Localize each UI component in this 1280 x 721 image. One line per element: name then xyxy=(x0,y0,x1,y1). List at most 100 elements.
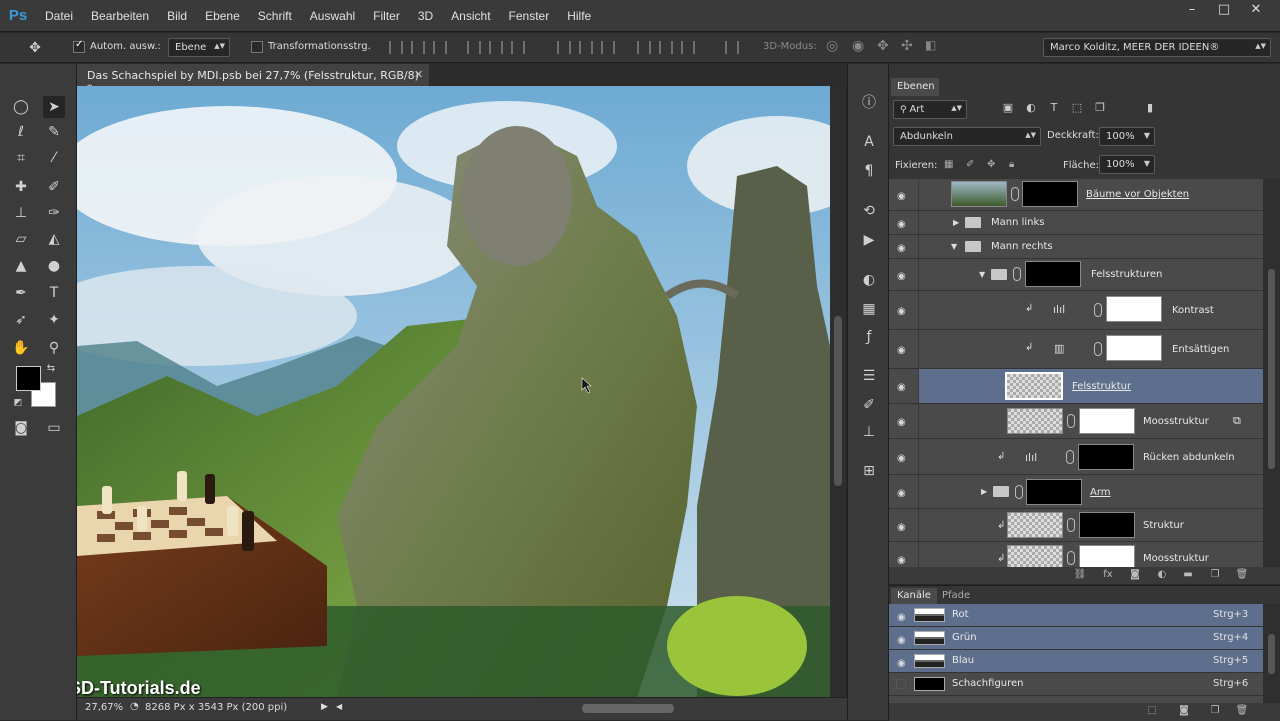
layer-filter-options-icon[interactable]: ⧉ xyxy=(1233,414,1241,428)
load-selection-icon[interactable]: ⬚ xyxy=(1145,705,1159,717)
visibility-eye-icon[interactable] xyxy=(897,520,911,530)
visibility-eye-icon[interactable] xyxy=(897,189,911,199)
layer-mask-thumbnail[interactable] xyxy=(1106,296,1162,322)
layer-mask-thumbnail[interactable] xyxy=(1022,181,1078,207)
distribute-left-icon[interactable] xyxy=(637,41,651,54)
link-icon[interactable] xyxy=(1066,450,1074,464)
path-selection-tool-icon[interactable]: ➶ xyxy=(10,309,32,331)
canvas-vertical-scrollbar[interactable] xyxy=(830,86,846,697)
lock-all-icon[interactable]: 🔒︎ xyxy=(1009,159,1014,170)
move-tool-preset-icon[interactable]: ✥ xyxy=(24,37,46,59)
history-panel-icon[interactable]: ⟲ xyxy=(858,200,880,222)
align-bottom-icon[interactable] xyxy=(433,41,447,54)
tab-pfade[interactable]: Pfade xyxy=(936,588,976,604)
eraser-tool-icon[interactable]: ▱ xyxy=(10,228,32,250)
status-menu-arrow-icon[interactable]: ▶ xyxy=(321,702,328,712)
channel-row[interactable]: Grün Strg+4 xyxy=(889,627,1263,650)
dodge-tool-icon[interactable]: ● xyxy=(43,255,65,277)
add-mask-icon[interactable]: ◙ xyxy=(1128,569,1142,581)
menu-ebene[interactable]: Ebene xyxy=(196,9,249,23)
visibility-eye-icon[interactable] xyxy=(897,217,911,227)
maximize-button[interactable]: □ xyxy=(1210,0,1238,18)
3d-slide-icon[interactable]: ✣ xyxy=(901,38,913,54)
distribute-vcenter-icon[interactable] xyxy=(579,41,593,54)
filter-toggle-icon[interactable]: ▮ xyxy=(1143,100,1157,114)
new-group-icon[interactable]: ▬ xyxy=(1181,569,1195,581)
auto-align-icon[interactable] xyxy=(725,41,739,54)
visibility-eye-icon[interactable] xyxy=(897,304,911,314)
auto-select-checkbox[interactable]: ✓ xyxy=(73,39,85,53)
brush-presets-panel-icon[interactable]: ✐ xyxy=(858,394,880,416)
lock-position-icon[interactable]: ✥ xyxy=(987,159,995,170)
menu-auswahl[interactable]: Auswahl xyxy=(301,9,364,23)
link-layers-icon[interactable]: ⛓ xyxy=(1073,569,1087,581)
close-button[interactable]: ✕ xyxy=(1242,0,1270,18)
swatches-panel-icon[interactable]: ▦ xyxy=(858,298,880,320)
blur-tool-icon[interactable]: ▲ xyxy=(10,255,32,277)
visibility-eye-icon[interactable] xyxy=(897,610,911,620)
layer-mask-thumbnail[interactable] xyxy=(1106,335,1162,361)
quick-mask-icon[interactable]: ◙ xyxy=(10,417,32,439)
zoom-tool-icon[interactable]: ⚲ xyxy=(43,337,65,359)
move-tool-icon[interactable]: ➤ xyxy=(43,96,65,118)
spot-healing-tool-icon[interactable]: ✚ xyxy=(10,176,32,198)
fill-field[interactable]: 100% ▼ xyxy=(1099,155,1155,174)
link-icon[interactable] xyxy=(1015,485,1023,499)
opacity-field[interactable]: 100% ▼ xyxy=(1099,127,1155,146)
custom-shape-tool-icon[interactable]: ✦ xyxy=(43,309,65,331)
layer-row[interactable]: Moosstruktur ⧉ xyxy=(889,404,1263,439)
layer-row[interactable]: ↲ Struktur xyxy=(889,509,1263,542)
swap-colors-icon[interactable]: ⇆ xyxy=(44,361,58,375)
layer-style-icon[interactable]: fx xyxy=(1101,569,1115,581)
lock-pixels-icon[interactable]: ✐ xyxy=(966,159,974,170)
foreground-color-swatch[interactable] xyxy=(16,366,41,391)
layer-row[interactable]: ▶ Arm xyxy=(889,475,1263,509)
layer-row-selected[interactable]: Felsstruktur xyxy=(889,369,1263,404)
scroll-left-icon[interactable]: ◀ xyxy=(336,702,342,711)
menu-filter[interactable]: Filter xyxy=(364,9,409,23)
menu-bild[interactable]: Bild xyxy=(158,9,196,23)
zoom-level[interactable]: 27,67% xyxy=(85,702,123,713)
filter-smart-object-icon[interactable]: ❐ xyxy=(1093,100,1107,114)
close-tab-icon[interactable]: ✕ xyxy=(414,68,423,81)
link-icon[interactable] xyxy=(1094,303,1102,317)
status-info-icon[interactable]: ◔ xyxy=(130,701,139,712)
distribute-right-icon[interactable] xyxy=(681,41,695,54)
hand-tool-icon[interactable]: ✋ xyxy=(10,337,32,359)
brush-tool-icon[interactable]: ✐ xyxy=(43,176,65,198)
channel-row[interactable]: Blau Strg+5 xyxy=(889,650,1263,673)
pen-tool-icon[interactable]: ✒ xyxy=(10,282,32,304)
3d-scale-icon[interactable]: ◧ xyxy=(925,38,936,52)
collapse-arrow-icon[interactable]: ▼ xyxy=(951,242,957,251)
scroll-thumb[interactable] xyxy=(1268,634,1275,674)
trash-icon[interactable]: 🗑︎ xyxy=(1235,569,1249,581)
visibility-eye-icon[interactable] xyxy=(897,343,911,353)
visibility-eye-icon[interactable] xyxy=(897,656,911,666)
canvas[interactable]: PSD-Tutorials.de xyxy=(77,86,830,697)
align-right-icon[interactable] xyxy=(511,41,525,54)
layer-row[interactable]: ↲ ılıl Rücken abdunkeln xyxy=(889,439,1263,475)
layer-row[interactable]: ▼ Mann rechts xyxy=(889,235,1263,259)
filter-type-icon[interactable]: T xyxy=(1047,100,1061,114)
layer-row[interactable]: ▶ Mann links xyxy=(889,211,1263,235)
color-panel-icon[interactable]: ◐ xyxy=(858,269,880,291)
screen-mode-icon[interactable]: ▭ xyxy=(43,417,65,439)
character-panel-icon[interactable]: A xyxy=(858,131,880,153)
visibility-eye-icon[interactable] xyxy=(897,486,911,496)
menu-bearbeiten[interactable]: Bearbeiten xyxy=(82,9,158,23)
layer-row[interactable]: ▼ Felsstrukturen xyxy=(889,259,1263,291)
link-icon[interactable] xyxy=(1067,518,1075,532)
filter-adjustment-icon[interactable]: ◐ xyxy=(1024,100,1038,114)
layers-scrollbar[interactable] xyxy=(1263,179,1280,567)
link-icon[interactable] xyxy=(1011,187,1019,201)
visibility-eye-icon[interactable] xyxy=(897,633,911,643)
styles-panel-icon[interactable]: ƒ xyxy=(858,326,880,348)
new-channel-icon[interactable]: ❐ xyxy=(1208,705,1222,717)
menu-ansicht[interactable]: Ansicht xyxy=(442,9,499,23)
expand-arrow-icon[interactable]: ▶ xyxy=(953,218,959,227)
channel-row[interactable]: Schachfiguren Strg+6 xyxy=(889,673,1263,696)
layer-filter-dropdown[interactable]: ⚲ Art ▲▼ xyxy=(893,100,967,119)
visibility-toggle-empty[interactable] xyxy=(896,679,906,689)
distribute-bottom-icon[interactable] xyxy=(601,41,615,54)
default-colors-icon[interactable]: ◩ xyxy=(11,396,25,410)
